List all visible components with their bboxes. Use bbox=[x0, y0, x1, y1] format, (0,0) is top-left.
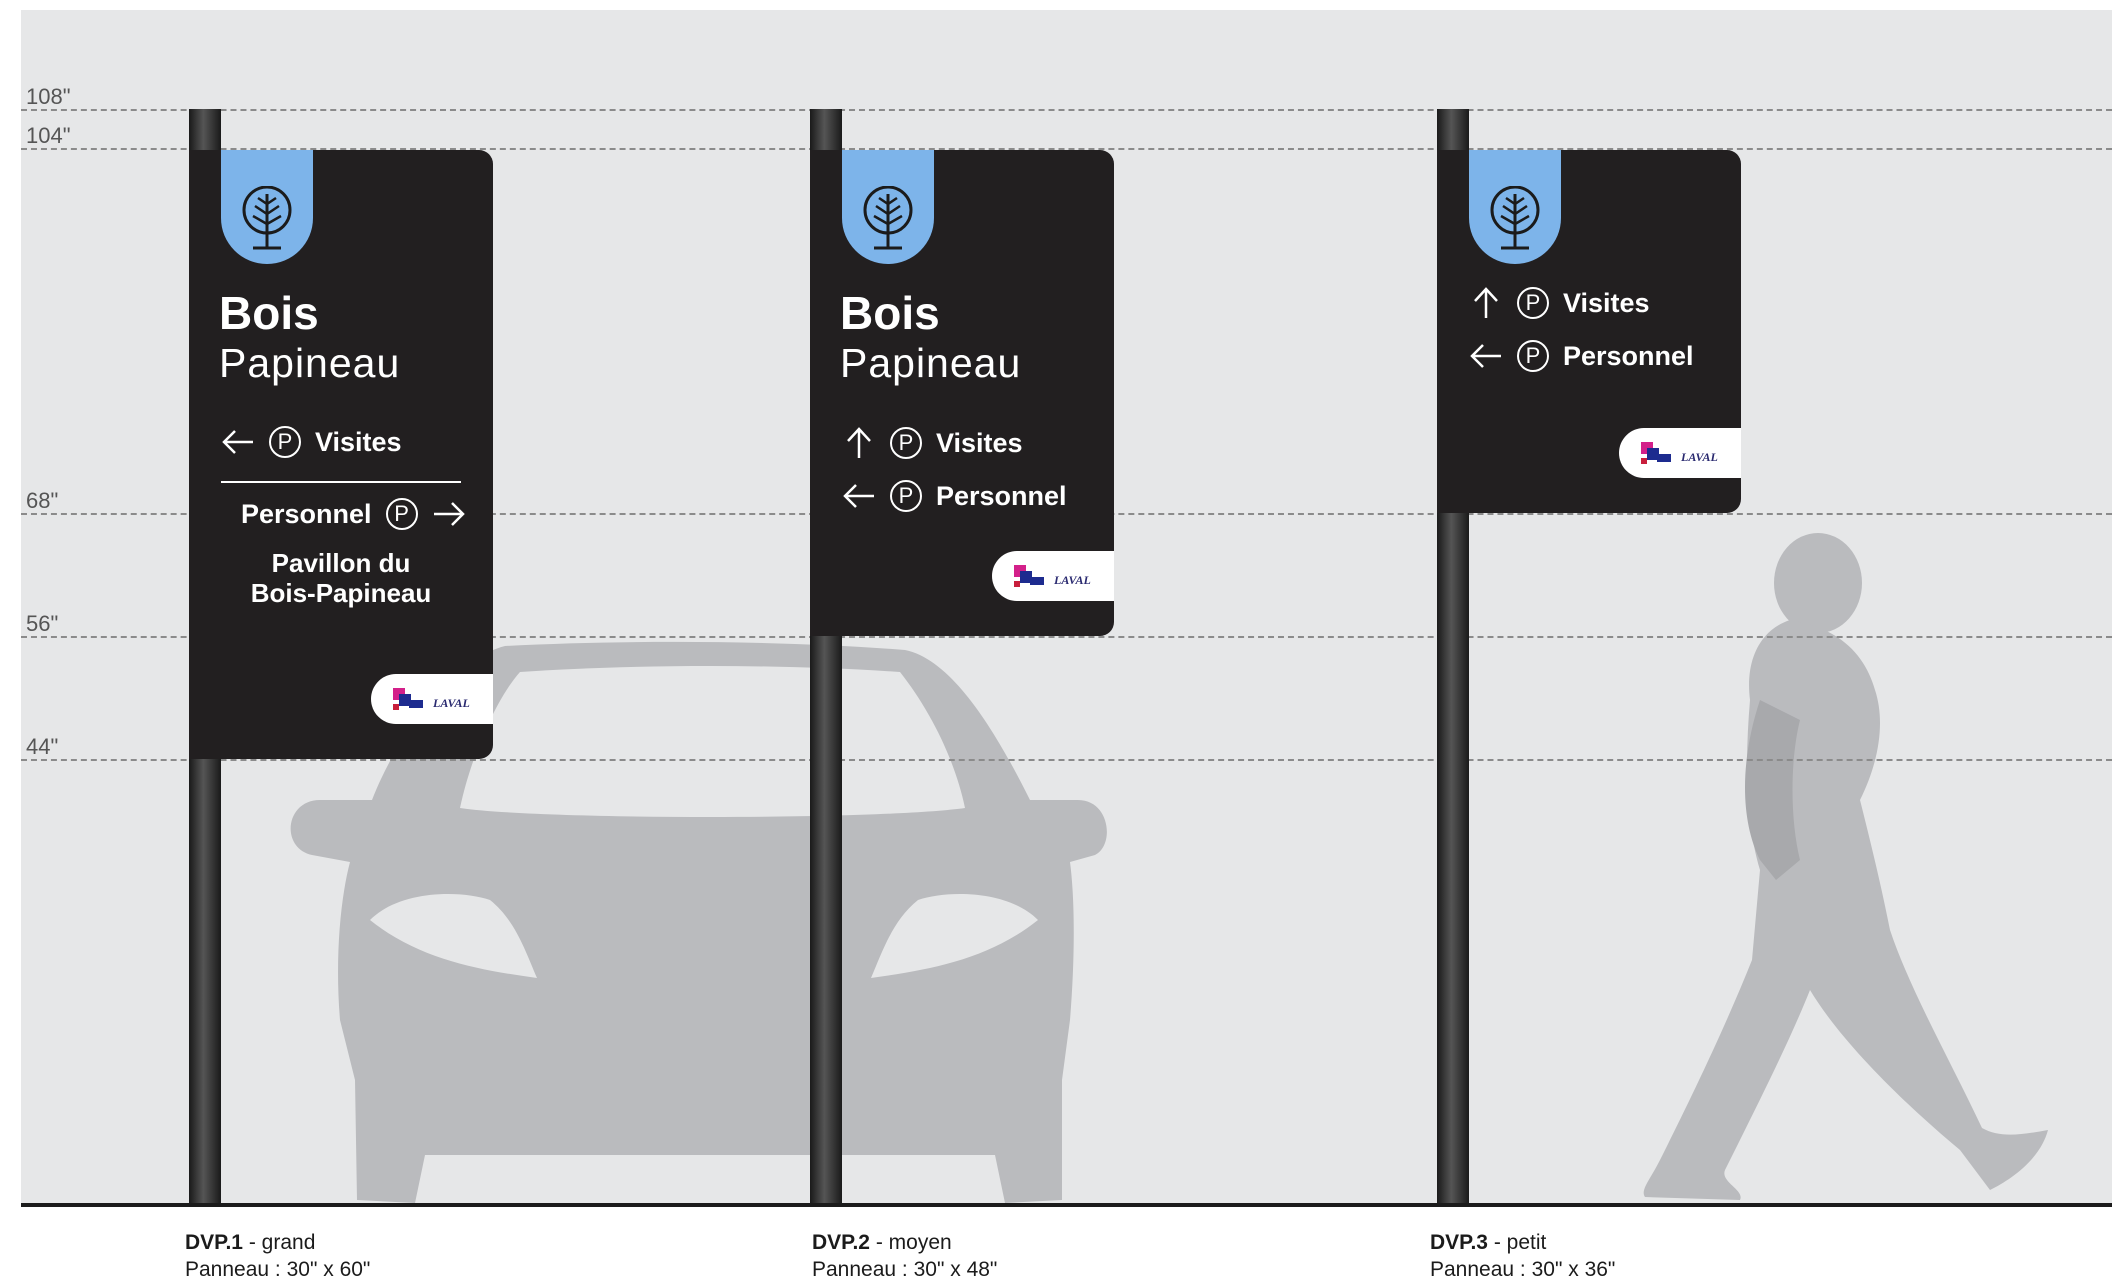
height-line-108 bbox=[21, 109, 2112, 111]
parking-icon: P bbox=[890, 480, 922, 512]
arrow-left-icon bbox=[843, 484, 874, 508]
height-label-104: 104" bbox=[26, 123, 71, 148]
parking-icon: P bbox=[890, 427, 922, 459]
height-line-44 bbox=[21, 759, 2112, 761]
ground-line bbox=[21, 1203, 2112, 1207]
divider bbox=[221, 481, 461, 483]
caption-desc: - petit bbox=[1488, 1231, 1547, 1254]
caption-panel: Panneau : 30" x 36" bbox=[1430, 1258, 1616, 1281]
caption-dvp2: DVP.2 - moyen Panneau : 30" x 48" bbox=[812, 1229, 997, 1283]
arrow-up-icon bbox=[1474, 287, 1498, 318]
pedestrian-silhouette bbox=[1643, 533, 2048, 1200]
height-label-68: 68" bbox=[26, 488, 59, 513]
arrow-right-icon bbox=[433, 502, 465, 526]
laval-logo-mark bbox=[393, 688, 423, 710]
tree-icon bbox=[242, 186, 292, 250]
arrow-left-icon bbox=[1470, 344, 1501, 368]
height-label-108: 108" bbox=[26, 84, 71, 109]
tree-tab bbox=[221, 150, 313, 264]
caption-panel: Panneau : 30" x 60" bbox=[185, 1258, 371, 1281]
direction-personnel: P Personnel bbox=[842, 480, 1067, 512]
parking-icon: P bbox=[269, 426, 301, 458]
direction-personnel: Personnel P bbox=[241, 498, 466, 530]
visites-label: Visites bbox=[936, 427, 1023, 458]
personnel-label: Personnel bbox=[936, 480, 1067, 511]
destination-line-1: Pavillon du bbox=[271, 548, 411, 578]
tree-tab bbox=[1469, 150, 1561, 264]
laval-logo: LAVAL bbox=[371, 674, 493, 724]
sign-dvp2: Bois Papineau P Visites P Personnel LAVA… bbox=[810, 150, 1114, 636]
caption-panel: Panneau : 30" x 48" bbox=[812, 1258, 998, 1281]
destination-line-2: Bois-Papineau bbox=[250, 578, 432, 608]
laval-logo: LAVAL bbox=[1619, 428, 1741, 478]
caption-code: DVP.3 bbox=[1430, 1231, 1488, 1254]
visites-label: Visites bbox=[1563, 287, 1650, 318]
sign-dvp1: Bois Papineau P Visites Personnel P Pavi… bbox=[189, 150, 493, 759]
sign-subtitle: Papineau bbox=[840, 340, 1022, 386]
arrow-up-icon bbox=[847, 427, 871, 458]
laval-logo: LAVAL bbox=[992, 551, 1114, 601]
height-label-56: 56" bbox=[26, 611, 59, 636]
arrow-left-icon bbox=[222, 430, 253, 454]
tree-icon bbox=[1490, 186, 1540, 250]
caption-code: DVP.2 bbox=[812, 1231, 870, 1254]
visites-label: Visites bbox=[315, 426, 402, 457]
height-label-44: 44" bbox=[26, 734, 59, 759]
laval-logo-mark bbox=[1641, 442, 1671, 464]
parking-icon: P bbox=[385, 498, 418, 530]
laval-wordmark: LAVAL bbox=[433, 696, 470, 710]
sign-dvp3: P Visites P Personnel LAVAL bbox=[1437, 150, 1741, 513]
caption-desc: - grand bbox=[243, 1231, 316, 1254]
laval-wordmark: LAVAL bbox=[1054, 573, 1091, 587]
direction-visites: P Visites bbox=[1469, 286, 1650, 320]
tree-tab bbox=[842, 150, 934, 264]
sign-title: Bois bbox=[840, 287, 940, 339]
sign-title: Bois bbox=[219, 287, 319, 339]
sign-subtitle: Papineau bbox=[219, 340, 401, 386]
caption-code: DVP.1 bbox=[185, 1231, 243, 1254]
caption-dvp1: DVP.1 - grand Panneau : 30" x 60" bbox=[185, 1229, 370, 1283]
direction-personnel: P Personnel bbox=[1469, 340, 1694, 372]
personnel-label: Personnel bbox=[241, 498, 372, 529]
laval-wordmark: LAVAL bbox=[1681, 450, 1718, 464]
tree-icon bbox=[863, 186, 913, 250]
destination-text: Pavillon du Bois-Papineau bbox=[233, 548, 449, 608]
direction-visites: P Visites bbox=[221, 426, 402, 458]
parking-icon: P bbox=[1517, 340, 1549, 372]
caption-dvp3: DVP.3 - petit Panneau : 30" x 36" bbox=[1430, 1229, 1615, 1283]
caption-desc: - moyen bbox=[870, 1231, 952, 1254]
laval-logo-mark bbox=[1014, 565, 1044, 587]
personnel-label: Personnel bbox=[1563, 340, 1694, 371]
direction-visites: P Visites bbox=[842, 426, 1023, 460]
parking-icon: P bbox=[1517, 287, 1549, 319]
